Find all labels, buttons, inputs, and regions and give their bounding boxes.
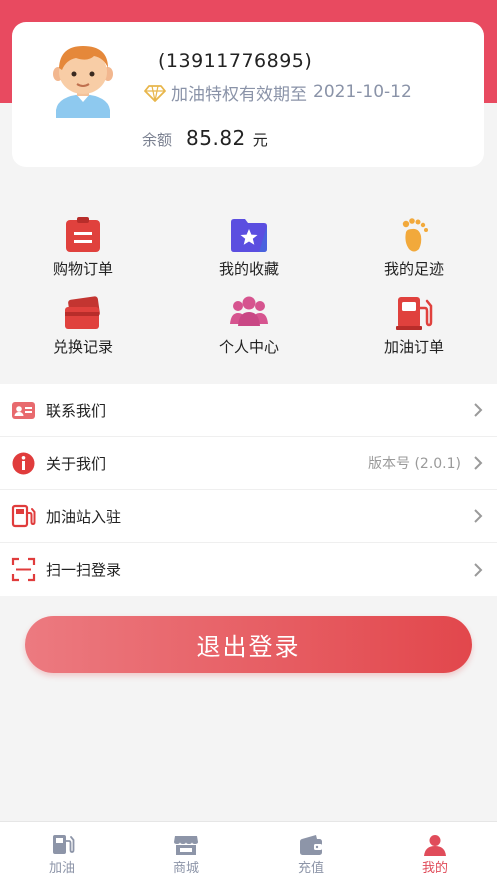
people-group-icon [230, 296, 268, 326]
chevron-right-icon [474, 562, 483, 577]
bottom-tab-bar: 加油 商城 充值 我的 [0, 821, 497, 883]
menu-item-scan-login[interactable]: 扫一扫登录 [0, 543, 497, 596]
info-icon [12, 452, 35, 474]
menu-item-contact-us[interactable]: 联系我们 [0, 384, 497, 437]
tab-mall[interactable]: 商城 [124, 822, 248, 883]
tab-label: 商城 [172, 861, 199, 876]
user-phone: (13911776895) [158, 50, 313, 72]
balance-label: 余额 [142, 131, 173, 149]
chevron-right-icon [474, 509, 483, 523]
tab-label: 充值 [297, 861, 324, 876]
menu-label: 联系我们 [46, 401, 107, 420]
vip-validity: 加油特权有效期至 2021-10-12 [144, 80, 412, 105]
grid-label: 加油订单 [383, 338, 444, 356]
wallet-icon [300, 835, 322, 855]
fuel-pump-icon [396, 297, 433, 330]
user-icon [424, 835, 446, 856]
profile-card: (13911776895) 加油特权有效期至 2021-10-12 余额 85.… [12, 22, 484, 167]
grid-label: 我的足迹 [383, 260, 444, 278]
shop-icon [174, 836, 198, 855]
grid-item-personal-center[interactable]: 个人中心 [166, 294, 332, 364]
balance-unit: 元 [252, 131, 268, 149]
menu-label: 加油站入驻 [46, 507, 122, 526]
avatar[interactable] [48, 38, 118, 118]
version-text: 版本号 (2.0.1) [368, 456, 461, 472]
menu-label: 关于我们 [46, 454, 107, 473]
menu-label: 扫一扫登录 [46, 561, 122, 579]
tab-refuel[interactable]: 加油 [0, 822, 124, 883]
fuel-pump-icon [11, 504, 36, 527]
tab-label: 我的 [421, 861, 448, 876]
tab-mine[interactable]: 我的 [373, 822, 497, 883]
logout-button[interactable]: 退出登录 [25, 616, 472, 673]
settings-menu: 联系我们 关于我们 版本号 (2.0.1) 加油站入驻 扫一扫登录 [0, 384, 497, 596]
tab-recharge[interactable]: 充值 [249, 822, 373, 883]
diamond-icon [144, 85, 166, 102]
exchange-cards-icon [65, 296, 100, 329]
grid-item-favorites[interactable]: 我的收藏 [166, 216, 332, 286]
scan-icon [11, 557, 36, 582]
grid-label: 兑换记录 [52, 338, 113, 356]
order-clipboard-icon [66, 217, 100, 252]
footprint-icon [402, 218, 428, 252]
tab-label: 加油 [48, 861, 75, 876]
function-grid: 购物订单 我的收藏 我的足迹 兑换记录 个人中心 加油订单 [0, 200, 497, 358]
star-folder-icon [231, 219, 267, 252]
vip-text: 加油特权有效期至 [171, 84, 307, 105]
grid-item-exchange-records[interactable]: 兑换记录 [0, 294, 166, 364]
fuel-pump-icon [53, 835, 75, 854]
grid-item-fuel-orders[interactable]: 加油订单 [331, 294, 497, 364]
balance-row: 余额 85.82 元 [142, 126, 268, 150]
chevron-right-icon [474, 403, 483, 417]
contact-card-icon [12, 401, 35, 419]
menu-item-about-us[interactable]: 关于我们 版本号 (2.0.1) [0, 437, 497, 490]
vip-date: 2021-10-12 [313, 82, 412, 102]
grid-label: 购物订单 [52, 260, 113, 278]
grid-item-footprints[interactable]: 我的足迹 [331, 216, 497, 286]
grid-label: 个人中心 [218, 338, 279, 356]
chevron-right-icon [474, 456, 483, 470]
grid-item-shopping-orders[interactable]: 购物订单 [0, 216, 166, 286]
balance-value: 85.82 [186, 126, 246, 150]
menu-item-station-join[interactable]: 加油站入驻 [0, 490, 497, 543]
grid-label: 我的收藏 [218, 260, 279, 278]
